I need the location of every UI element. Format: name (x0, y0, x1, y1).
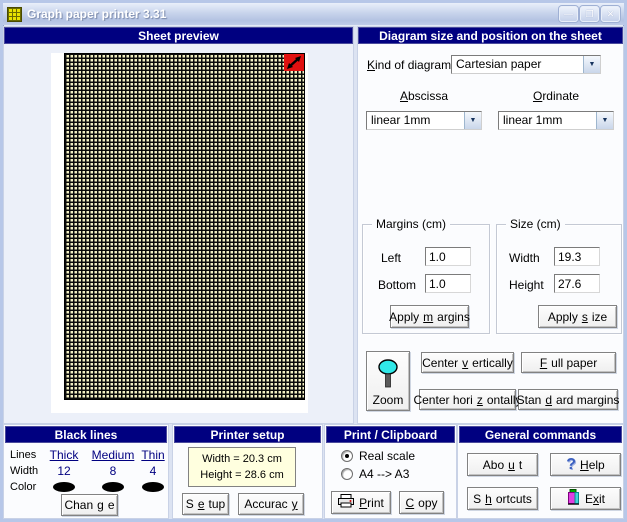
setup-button[interactable]: Setup (182, 493, 229, 515)
graph-grid-preview (64, 53, 305, 400)
question-mark-icon: ? (566, 458, 576, 472)
chevron-down-icon[interactable]: ▼ (596, 112, 613, 129)
printer-setup-header: Printer setup (174, 426, 321, 443)
change-button[interactable]: Change (61, 494, 118, 516)
exit-button[interactable]: Exit (550, 487, 621, 510)
height-label: Height (509, 278, 544, 292)
black-lines-header: Black lines (5, 426, 167, 443)
margins-group: Margins (cm) Left Bottom Apply margins (362, 224, 490, 334)
color-row-label: Color (10, 481, 36, 493)
height-input[interactable] (554, 274, 600, 293)
width-label: Width (509, 251, 540, 265)
general-commands-panel: General commands About ? Help Shortcuts … (457, 424, 624, 519)
thin-column-header[interactable]: Thin (135, 448, 171, 462)
left-margin-input[interactable] (425, 247, 471, 266)
width-input[interactable] (554, 247, 600, 266)
sheet-preview-panel: Sheet preview (3, 26, 354, 424)
medium-width-value: 8 (91, 464, 135, 478)
paper-size-info: Width = 20.3 cm Height = 28.6 cm (188, 447, 296, 487)
black-lines-panel: Black lines Lines Width Color Thick Medi… (3, 424, 169, 519)
thick-color-swatch (53, 482, 75, 492)
print-button[interactable]: Print (331, 491, 391, 514)
lines-row-label: Lines (10, 449, 36, 461)
zoom-button-label: Zoom (373, 393, 404, 407)
graph-paper-icon (7, 7, 22, 22)
maximize-button[interactable]: ❐ (580, 6, 599, 22)
exit-door-icon (566, 489, 581, 508)
help-button[interactable]: ? Help (550, 453, 621, 476)
magnifier-icon (376, 359, 400, 392)
print-clipboard-panel: Print / Clipboard Real scale A4 --> A3 P… (324, 424, 457, 519)
size-group-title: Size (cm) (506, 217, 565, 231)
paper-height-text: Height = 28.6 cm (189, 467, 295, 483)
thin-color-swatch (142, 482, 164, 492)
accuracy-button[interactable]: Accuracy (238, 493, 304, 515)
chevron-down-icon[interactable]: ▼ (464, 112, 481, 129)
sheet-preview-page (51, 53, 308, 413)
minimize-button[interactable]: — (559, 6, 578, 22)
abscissa-value: linear 1mm (367, 112, 464, 129)
print-button-label: Print (359, 496, 384, 510)
apply-margins-button[interactable]: Apply margins (390, 305, 469, 328)
resize-arrow-icon[interactable] (284, 54, 304, 71)
bottom-margin-input[interactable] (425, 274, 471, 293)
printer-icon (338, 494, 355, 511)
help-button-label: Help (580, 458, 605, 472)
thick-width-value: 12 (42, 464, 86, 478)
a4-a3-radio[interactable] (341, 468, 353, 480)
printer-setup-panel: Printer setup Width = 20.3 cm Height = 2… (172, 424, 323, 519)
apply-size-button[interactable]: Apply size (538, 305, 617, 328)
zoom-button[interactable]: Zoom (366, 351, 410, 411)
center-horizontally-button[interactable]: Center horizontally (419, 389, 516, 410)
kind-of-diagram-value: Cartesian paper (452, 56, 583, 73)
close-button[interactable]: ✕ (601, 6, 620, 22)
diagram-size-header: Diagram size and position on the sheet (358, 27, 623, 44)
thin-width-value: 4 (135, 464, 171, 478)
kind-of-diagram-label: Kind of diagram (367, 58, 451, 72)
chevron-down-icon[interactable]: ▼ (583, 56, 600, 73)
shortcuts-button[interactable]: Shortcuts (467, 487, 538, 510)
a4-a3-label[interactable]: A4 --> A3 (359, 467, 409, 481)
paper-width-text: Width = 20.3 cm (189, 451, 295, 467)
copy-button[interactable]: Copy (399, 491, 444, 514)
medium-color-swatch (102, 482, 124, 492)
kind-of-diagram-select[interactable]: Cartesian paper ▼ (451, 55, 601, 74)
bottom-margin-label: Bottom (378, 278, 416, 292)
ordinate-label: Ordinate (498, 89, 614, 103)
size-group: Size (cm) Width Height Apply size (496, 224, 622, 334)
left-margin-label: Left (381, 251, 401, 265)
ordinate-select[interactable]: linear 1mm ▼ (498, 111, 614, 130)
thick-column-header[interactable]: Thick (42, 448, 86, 462)
standard-margins-button[interactable]: Standard margins (518, 389, 618, 410)
center-vertically-button[interactable]: Center vertically (421, 352, 514, 373)
real-scale-label[interactable]: Real scale (359, 449, 415, 463)
title-bar: Graph paper printer 3.31 — ❐ ✕ (3, 3, 624, 25)
window-title: Graph paper printer 3.31 (27, 7, 554, 21)
print-clipboard-header: Print / Clipboard (326, 426, 455, 443)
width-row-label: Width (10, 465, 38, 477)
full-paper-button[interactable]: Full paper (521, 352, 616, 373)
abscissa-select[interactable]: linear 1mm ▼ (366, 111, 482, 130)
exit-button-label: Exit (585, 492, 605, 506)
bottom-section: Black lines Lines Width Color Thick Medi… (3, 424, 624, 519)
margins-group-title: Margins (cm) (372, 217, 450, 231)
abscissa-label: Abscissa (366, 89, 482, 103)
definition-panel: Definition of the diagram Kind of diagra… (357, 26, 624, 424)
ordinate-value: linear 1mm (499, 112, 596, 129)
general-commands-header: General commands (459, 426, 622, 443)
medium-column-header[interactable]: Medium (91, 448, 135, 462)
about-button[interactable]: About (467, 453, 538, 476)
real-scale-radio[interactable] (341, 450, 353, 462)
sheet-preview-header: Sheet preview (4, 27, 353, 44)
